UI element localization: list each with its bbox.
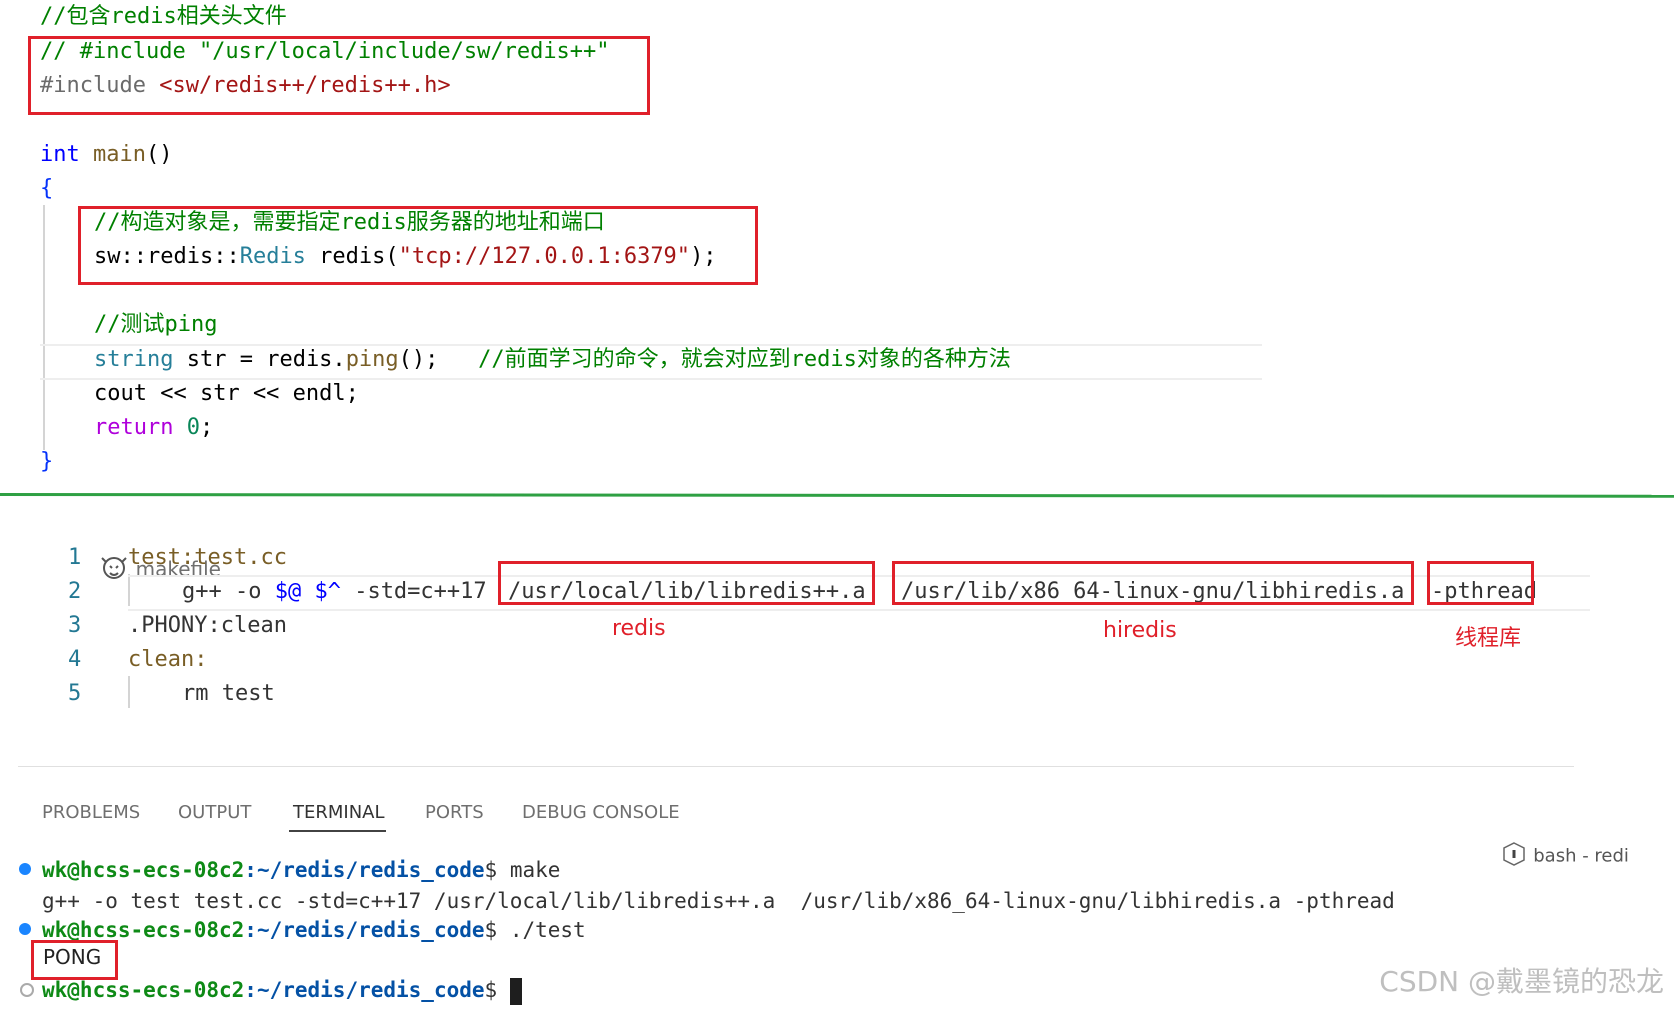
prompt-path-2: :~/redis/redis_code bbox=[244, 918, 485, 942]
include-highlight-box bbox=[28, 36, 650, 115]
ping-trailing-comment: //前面学习的命令，就会对应到redis对象的各种方法 bbox=[478, 347, 1011, 372]
prompt-path-3: :~/redis/redis_code bbox=[244, 978, 485, 1002]
section-divider bbox=[0, 493, 1674, 498]
makefile-line-1: test:test.cc bbox=[128, 541, 287, 575]
tab-problems[interactable]: PROBLEMS bbox=[42, 802, 140, 823]
open-brace: { bbox=[40, 176, 54, 201]
indent-guide bbox=[43, 205, 45, 450]
tab-output[interactable]: OUTPUT bbox=[178, 802, 251, 823]
line-number-1: 1 bbox=[68, 545, 82, 570]
line-number-3: 3 bbox=[68, 613, 82, 638]
terminal-output-make: g++ -o test test.cc -std=c++17 /usr/loca… bbox=[42, 889, 1395, 913]
label-redis: redis bbox=[612, 616, 666, 641]
label-pthread: 线程库 bbox=[1455, 626, 1522, 651]
string-type: string bbox=[94, 347, 174, 372]
prompt-sign-3: $ bbox=[484, 978, 498, 1002]
terminal-selector[interactable]: bash - redi bbox=[1446, 800, 1629, 913]
string-decl: str = bbox=[173, 347, 267, 372]
makefile-line-5: rm test bbox=[182, 681, 275, 706]
active-tab-underline bbox=[289, 830, 386, 832]
main-parens: () bbox=[145, 142, 173, 167]
csdn-watermark: CSDN @戴墨镜的恐龙 bbox=[1379, 965, 1664, 998]
return-line: return 0; bbox=[94, 411, 213, 445]
tab-ports[interactable]: PORTS bbox=[425, 802, 484, 823]
line-number-2: 2 bbox=[68, 579, 82, 604]
tab-debug-console[interactable]: DEBUG CONSOLE bbox=[522, 802, 680, 823]
terminal-command-test: ./test bbox=[497, 918, 586, 942]
command-pending-icon bbox=[20, 983, 34, 997]
redis-lib-highlight-box bbox=[498, 561, 875, 605]
ping-comment: //测试ping bbox=[94, 312, 218, 337]
prompt-sign-2: $ bbox=[484, 918, 498, 942]
prompt-user-host-2: wk@hcss-ecs-08c2 bbox=[42, 918, 245, 942]
line-number-4: 4 bbox=[68, 647, 82, 672]
pong-highlight-box bbox=[31, 940, 118, 980]
code-comment-header: //包含redis相关头文件 bbox=[40, 4, 287, 29]
panel-border bbox=[18, 766, 1574, 767]
construct-highlight-box bbox=[78, 206, 758, 285]
command-success-icon bbox=[19, 863, 31, 875]
terminal-line-1: wk@hcss-ecs-08c2:~/redis/redis_code$ mak… bbox=[42, 855, 560, 886]
pthread-highlight-box bbox=[1427, 561, 1534, 605]
terminal-line-2: wk@hcss-ecs-08c2:~/redis/redis_code$ ./t… bbox=[42, 915, 586, 946]
prompt-sign: $ bbox=[484, 858, 498, 882]
terminal-cursor bbox=[509, 977, 522, 1005]
makefile-line-3: .PHONY:clean bbox=[128, 609, 287, 643]
terminal-command-make: make bbox=[497, 858, 561, 882]
tab-terminal[interactable]: TERMINAL bbox=[293, 802, 385, 823]
return-value: 0 bbox=[186, 415, 200, 440]
makefile-line-4: clean: bbox=[128, 643, 207, 677]
makefile-target: test:test.cc bbox=[128, 545, 287, 570]
main-signature: int main() bbox=[40, 138, 172, 172]
makefile-line-2: g++ -o $@ $^ -std=c++17 bbox=[182, 575, 500, 609]
command-success-icon-2 bbox=[19, 923, 31, 935]
ping-object: redis. bbox=[266, 347, 346, 372]
cout-line: cout << str << endl; bbox=[94, 381, 359, 406]
ping-method: ping bbox=[345, 347, 399, 372]
terminal-shell-icon bbox=[1469, 821, 1525, 892]
makefile-auto-vars: $@ $^ bbox=[274, 579, 341, 604]
close-brace: } bbox=[40, 449, 54, 474]
terminal-name: bash - redi bbox=[1533, 845, 1629, 867]
makefile-indent-guide-2 bbox=[128, 676, 130, 708]
makefile-compile-cmd: g++ -o bbox=[182, 579, 275, 604]
makefile-std-flag: -std=c++17 bbox=[340, 579, 500, 604]
prompt-user-host: wk@hcss-ecs-08c2 bbox=[42, 858, 245, 882]
return-end: ; bbox=[199, 415, 214, 440]
ping-line: string str = redis.ping(); //前面学习的命令，就会对… bbox=[94, 343, 1011, 377]
ping-call-end: (); bbox=[398, 347, 439, 372]
phony-directive: .PHONY:clean bbox=[128, 613, 287, 638]
clean-target: clean: bbox=[128, 647, 208, 672]
prompt-user-host-3: wk@hcss-ecs-08c2 bbox=[42, 978, 245, 1002]
terminal-line-3: wk@hcss-ecs-08c2:~/redis/redis_code$ bbox=[42, 975, 522, 1006]
main-function-name: main bbox=[93, 142, 146, 167]
return-keyword: return bbox=[94, 415, 174, 440]
main-return-type: int bbox=[40, 142, 80, 167]
hiredis-lib-highlight-box bbox=[892, 561, 1414, 605]
line-number-5: 5 bbox=[68, 681, 82, 706]
label-hiredis: hiredis bbox=[1103, 618, 1177, 643]
terminal-command-empty bbox=[497, 978, 510, 1002]
prompt-path: :~/redis/redis_code bbox=[244, 858, 485, 882]
